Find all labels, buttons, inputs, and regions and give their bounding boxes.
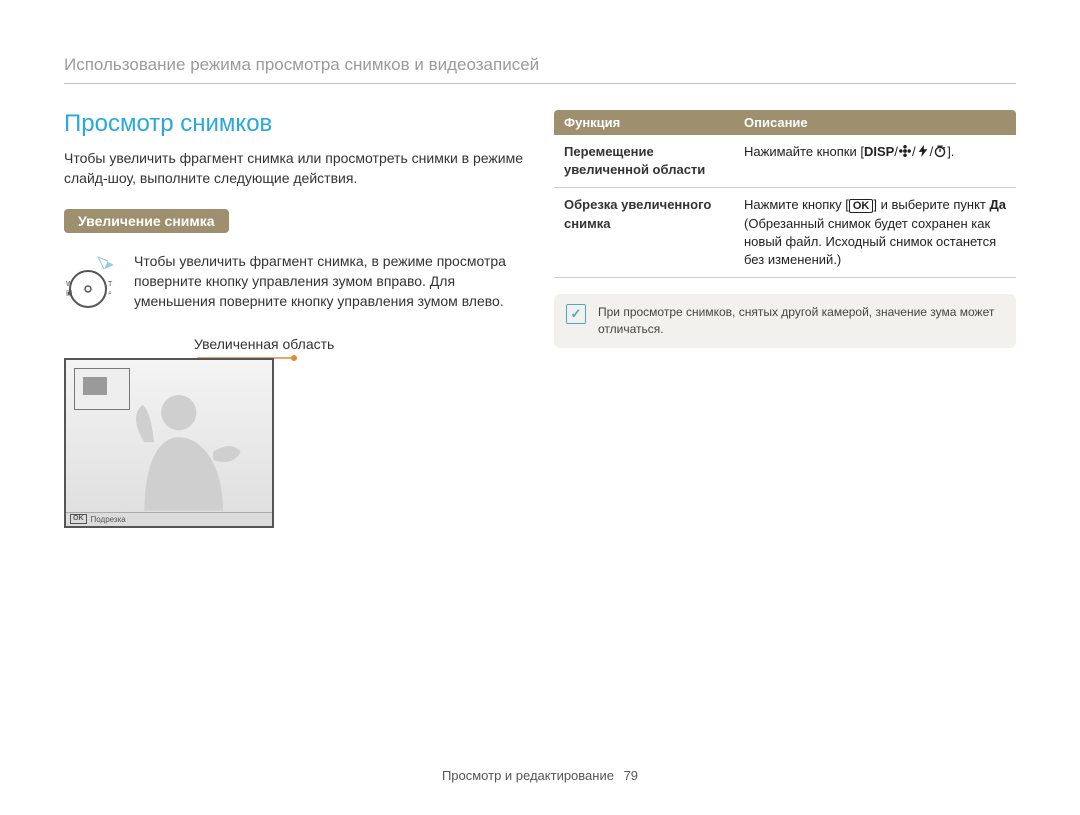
footer-page-number: 79	[624, 768, 638, 783]
footer-section: Просмотр и редактирование	[442, 768, 614, 783]
intro-text: Чтобы увеличить фрагмент снимка или прос…	[64, 148, 526, 189]
svg-text:▣: ▣	[66, 290, 73, 297]
zoom-instruction: Чтобы увеличить фрагмент снимка, в режим…	[134, 251, 526, 312]
page-footer: Просмотр и редактирование 79	[0, 768, 1080, 783]
note-box: ✓ При просмотре снимков, снятых другой к…	[554, 294, 1016, 348]
ok-button-label: OK	[849, 199, 874, 213]
table-row: Перемещение увеличенной области Нажимайт…	[554, 135, 1016, 188]
desc-move-area: Нажимайте кнопки [DISP///].	[734, 135, 1016, 188]
function-table: Функция Описание Перемещение увеличенной…	[554, 110, 1016, 278]
dial-t-label: T	[108, 281, 113, 288]
disp-button-label: DISP	[864, 144, 894, 159]
flower-icon	[898, 144, 912, 158]
enlarged-area-label: Увеличенная область	[194, 336, 526, 352]
note-icon: ✓	[566, 304, 586, 324]
breadcrumb: Использование режима просмотра снимков и…	[64, 55, 1016, 84]
subsection-pill: Увеличение снимка	[64, 209, 229, 233]
timer-icon	[933, 144, 947, 158]
crop-bar-label: Подрезка	[91, 515, 126, 524]
fn-move-area: Перемещение увеличенной области	[554, 135, 734, 188]
sample-image-silhouette	[66, 382, 272, 512]
desc-crop: Нажмите кнопку [OK] и выберите пункт Да …	[734, 188, 1016, 278]
note-text: При просмотре снимков, снятых другой кам…	[598, 304, 1004, 338]
th-function: Функция	[554, 110, 734, 135]
screen-bottom-bar: OK Подрезка	[66, 512, 272, 526]
section-title: Просмотр снимков	[64, 110, 526, 138]
table-row: Обрезка увеличенного снимка Нажмите кноп…	[554, 188, 1016, 278]
fn-crop: Обрезка увеличенного снимка	[554, 188, 734, 278]
camera-screen-preview: OK Подрезка	[64, 358, 274, 528]
th-description: Описание	[734, 110, 1016, 135]
dial-w-label: W	[66, 281, 73, 288]
svg-text:⌕: ⌕	[108, 290, 112, 297]
flash-icon	[916, 144, 930, 158]
ok-icon: OK	[70, 514, 87, 524]
zoom-dial-icon: W ▣ T ⌕	[64, 251, 118, 324]
